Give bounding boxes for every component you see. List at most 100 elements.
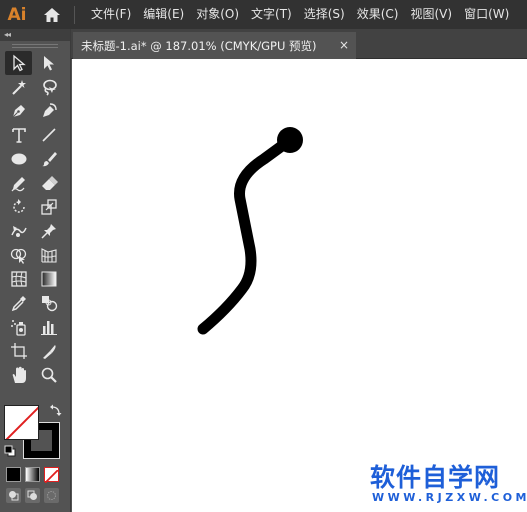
- tool-row: [0, 147, 70, 171]
- mesh-tool[interactable]: [5, 267, 32, 291]
- eyedropper-icon: [11, 296, 26, 312]
- scale-icon: [40, 199, 57, 215]
- tool-row: [0, 219, 70, 243]
- shaper-tool[interactable]: [5, 171, 32, 195]
- draw-normal-icon: [9, 491, 19, 501]
- menu-file[interactable]: 文件(F): [85, 0, 137, 29]
- lasso-icon: [42, 79, 57, 96]
- close-icon[interactable]: ×: [337, 38, 351, 52]
- pen-nib-icon: [12, 105, 25, 118]
- none-mode-button[interactable]: [44, 467, 59, 484]
- symbol-sprayer-tool[interactable]: [5, 315, 32, 339]
- magic-wand-icon: [11, 80, 26, 95]
- home-icon: [44, 7, 60, 22]
- symbol-sprayer-icon: [10, 320, 26, 336]
- collapse-panel-icon[interactable]: ◂◂: [4, 29, 11, 41]
- path-endpoint-dot[interactable]: [277, 127, 303, 153]
- hand-tool[interactable]: [5, 363, 32, 387]
- draw-behind-button[interactable]: [25, 488, 40, 503]
- tool-row: [0, 339, 70, 363]
- watermark-url: WWW.RJZXW.COM: [372, 491, 527, 504]
- tool-row: [0, 363, 70, 387]
- tool-row: [0, 51, 70, 75]
- tool-row: [0, 243, 70, 267]
- none-fill-slash-icon: [5, 406, 38, 439]
- column-graph-tool[interactable]: [35, 315, 62, 339]
- app-logo: Ai: [7, 4, 27, 25]
- home-button[interactable]: [36, 0, 68, 29]
- menu-view[interactable]: 视图(V): [404, 0, 458, 29]
- watermark-title: 软件自学网: [370, 463, 501, 492]
- tools-panel-header: ◂◂: [0, 29, 70, 41]
- blend-tool[interactable]: [35, 291, 62, 315]
- direct-selection-tool[interactable]: [35, 51, 62, 75]
- color-mode-button[interactable]: [6, 467, 21, 482]
- artboard-tool[interactable]: [5, 339, 32, 363]
- gradient-icon: [41, 271, 56, 287]
- menu-select[interactable]: 选择(S): [298, 0, 351, 29]
- default-fill-stroke-icon[interactable]: [4, 445, 16, 457]
- ellipse-tool[interactable]: [5, 147, 32, 171]
- eraser-icon: [41, 176, 58, 190]
- document-tab-bar: 未标题-1.ai* @ 187.01% (CMYK/GPU 预览) ×: [71, 29, 527, 59]
- stroked-path[interactable]: [197, 134, 296, 335]
- menu-effect[interactable]: 效果(C): [351, 0, 405, 29]
- panel-grip[interactable]: [0, 41, 70, 51]
- draw-behind-icon: [27, 490, 37, 500]
- rotate-tool[interactable]: [5, 195, 32, 219]
- watermark: 软件自学网 WWW.RJZXW.COM: [370, 458, 527, 506]
- tool-row: [0, 123, 70, 147]
- menu-list: 文件(F) 编辑(E) 对象(O) 文字(T) 选择(S) 效果(C) 视图(V…: [85, 0, 515, 29]
- fill-stroke-controls: [4, 403, 64, 461]
- perspective-grid-tool[interactable]: [35, 243, 62, 267]
- pen-tool[interactable]: [5, 99, 32, 123]
- eyedropper-tool[interactable]: [5, 291, 32, 315]
- color-mode-row: [6, 467, 63, 484]
- lasso-tool[interactable]: [35, 75, 62, 99]
- menu-bar: Ai 文件(F) 编辑(E) 对象(O) 文字(T) 选择(S) 效果(C) 视…: [0, 0, 527, 29]
- type-tool[interactable]: [5, 123, 32, 147]
- selection-arrow-icon: [12, 54, 26, 72]
- slice-knife-icon: [42, 345, 56, 359]
- paintbrush-icon: [41, 152, 57, 167]
- menu-type[interactable]: 文字(T): [245, 0, 298, 29]
- gradient-tool[interactable]: [35, 267, 62, 291]
- magic-wand-tool[interactable]: [5, 75, 32, 99]
- width-icon: [10, 226, 27, 237]
- draw-inside-button[interactable]: [44, 488, 59, 503]
- hand-icon: [12, 366, 26, 383]
- draw-normal-button[interactable]: [6, 488, 21, 503]
- selection-tool[interactable]: [5, 51, 32, 75]
- type-t-icon: [11, 128, 26, 143]
- swap-fill-stroke-icon[interactable]: [50, 403, 62, 417]
- mesh-icon: [10, 271, 27, 287]
- direct-selection-arrow-icon: [43, 56, 54, 71]
- eraser-tool[interactable]: [35, 171, 62, 195]
- menu-window[interactable]: 窗口(W): [458, 0, 515, 29]
- illustrator-window: Ai 文件(F) 编辑(E) 对象(O) 文字(T) 选择(S) 效果(C) 视…: [0, 0, 527, 512]
- zoom-tool[interactable]: [35, 363, 62, 387]
- drawing-mode-row: [6, 488, 63, 503]
- none-slash-icon: [44, 469, 59, 484]
- width-tool[interactable]: [5, 219, 32, 243]
- tool-row: [0, 75, 70, 99]
- curvature-pen-icon: [42, 103, 57, 117]
- gradient-mode-button[interactable]: [25, 467, 40, 482]
- scale-tool[interactable]: [35, 195, 62, 219]
- fill-swatch[interactable]: [4, 405, 39, 440]
- shape-builder-tool[interactable]: [5, 243, 32, 267]
- tool-row: [0, 195, 70, 219]
- menu-object[interactable]: 对象(O): [190, 0, 245, 29]
- menu-edit[interactable]: 编辑(E): [137, 0, 190, 29]
- document-tab[interactable]: 未标题-1.ai* @ 187.01% (CMYK/GPU 预览) ×: [73, 32, 356, 59]
- puppet-warp-tool[interactable]: [35, 219, 62, 243]
- line-segment-icon: [41, 128, 56, 142]
- document-tab-title: 未标题-1.ai* @ 187.01% (CMYK/GPU 预览): [81, 38, 317, 53]
- line-segment-tool[interactable]: [35, 123, 62, 147]
- column-graph-icon: [40, 321, 57, 335]
- paintbrush-tool[interactable]: [35, 147, 62, 171]
- artboard-canvas[interactable]: [72, 59, 527, 512]
- curvature-tool[interactable]: [35, 99, 62, 123]
- pushpin-icon: [40, 224, 56, 239]
- slice-tool[interactable]: [35, 339, 62, 363]
